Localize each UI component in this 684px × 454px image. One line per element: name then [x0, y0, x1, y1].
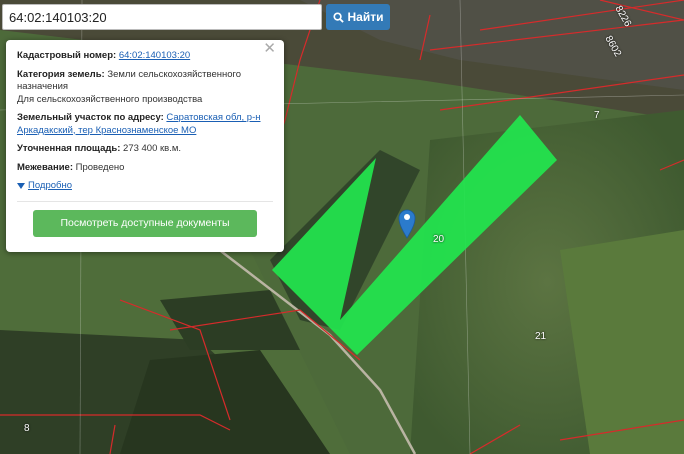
close-icon[interactable]: ✕	[263, 41, 276, 55]
plot-label-8: 8	[24, 423, 30, 434]
cadastral-row: Кадастровый номер: 64:02:140103:20	[17, 50, 273, 63]
area-row: Уточненная площадь: 273 400 кв.м.	[17, 143, 273, 156]
divider	[17, 200, 273, 202]
address-row: Земельный участок по адресу: Саратовская…	[17, 112, 273, 137]
cadastral-link[interactable]: 64:02:140103:20	[119, 50, 190, 61]
category-label: Категория земель:	[17, 68, 105, 80]
parcel-info-popup: ✕ Кадастровый номер: 64:02:140103:20 Кат…	[6, 40, 284, 252]
cadastral-label: Кадастровый номер:	[17, 50, 117, 61]
survey-label: Межевание:	[17, 161, 73, 173]
area-value: 273 400 кв.м.	[123, 143, 182, 154]
address-label: Земельный участок по адресу:	[17, 112, 164, 123]
plot-label-20: 20	[433, 234, 445, 245]
view-documents-button[interactable]: Посмотреть доступные документы	[33, 209, 257, 237]
survey-row: Межевание: Проведено	[17, 162, 273, 175]
category-row: Категория земель: Земли сельскохозяйстве…	[17, 69, 273, 107]
search-button[interactable]: Найти	[326, 4, 390, 30]
survey-value: Проведено	[75, 161, 125, 173]
search-icon	[332, 11, 344, 23]
category-use: Для сельскохозяйственного производства	[17, 93, 203, 105]
plot-label-7: 7	[594, 110, 600, 121]
search-input[interactable]	[2, 4, 322, 30]
area-label: Уточненная площадь:	[17, 143, 121, 154]
plot-label-21: 21	[535, 331, 547, 342]
more-link[interactable]: Подробно	[28, 180, 72, 193]
search-button-label: Найти	[347, 10, 384, 24]
caret-down-icon	[17, 183, 25, 190]
more-toggle[interactable]: Подробно	[17, 180, 273, 193]
